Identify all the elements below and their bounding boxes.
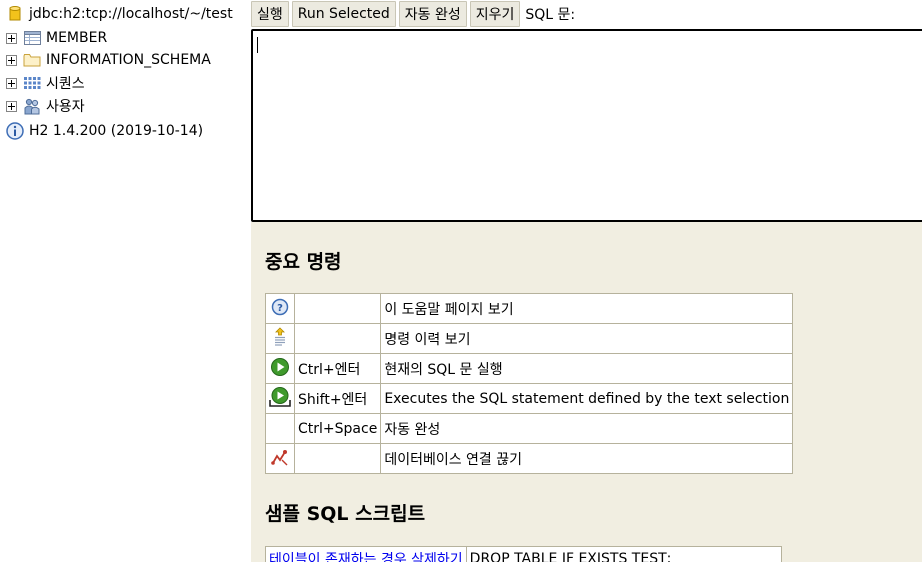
tree-item-label: 시퀀스 bbox=[46, 76, 85, 92]
command-key bbox=[293, 443, 382, 474]
table-row: Ctrl+Space 자동 완성 bbox=[265, 413, 794, 444]
command-desc: 데이터베이스 연결 끊기 bbox=[380, 443, 794, 474]
autocomplete-button[interactable]: 자동 완성 bbox=[398, 1, 467, 27]
table-icon bbox=[23, 29, 41, 47]
sample-scripts-table: 테이블이 존재하는 경우 삭제하기 DROP TABLE IF EXISTS T… bbox=[265, 546, 782, 562]
help-icon[interactable]: ? bbox=[271, 298, 289, 320]
sample-script-link[interactable]: 테이블이 존재하는 경우 삭제하기 bbox=[269, 552, 463, 562]
object-tree: jdbc:h2:tcp://localhost/~/test MEMBER IN… bbox=[0, 0, 250, 562]
version-label: H2 1.4.200 (2019-10-14) bbox=[29, 123, 204, 139]
svg-text:?: ? bbox=[277, 303, 283, 314]
expand-icon[interactable] bbox=[6, 100, 17, 112]
command-key: Shift+엔터 bbox=[293, 383, 382, 414]
command-key bbox=[293, 293, 382, 324]
commands-table: ? 이 도움말 페이지 보기 명령 이력 보기 Ctrl+엔터 현재의 SQL … bbox=[265, 293, 794, 474]
table-row: Ctrl+엔터 현재의 SQL 문 실행 bbox=[265, 353, 794, 384]
table-row: ? 이 도움말 페이지 보기 bbox=[265, 293, 794, 324]
sample-script-sql: DROP TABLE IF EXISTS TEST; bbox=[465, 546, 782, 562]
command-key bbox=[293, 323, 382, 354]
run-selected-icon[interactable] bbox=[268, 386, 292, 412]
run-button[interactable]: 실행 bbox=[251, 1, 289, 27]
sample-scripts-title: 샘플 SQL 스크립트 bbox=[265, 503, 426, 525]
important-commands-title: 중요 명령 bbox=[265, 251, 342, 273]
text-caret bbox=[257, 37, 258, 53]
expand-icon[interactable] bbox=[6, 32, 17, 44]
tree-item-member[interactable]: MEMBER bbox=[6, 28, 107, 48]
info-icon bbox=[6, 122, 24, 140]
tree-item-information-schema[interactable]: INFORMATION_SCHEMA bbox=[6, 50, 211, 70]
command-desc: 명령 이력 보기 bbox=[380, 323, 794, 354]
disconnect-icon[interactable] bbox=[270, 449, 290, 470]
table-row: 데이터베이스 연결 끊기 bbox=[265, 443, 794, 474]
command-desc: 자동 완성 bbox=[380, 413, 794, 444]
help-panel: 중요 명령 ? 이 도움말 페이지 보기 명령 이력 보기 Ctrl+엔터 현재… bbox=[251, 222, 922, 562]
sql-statement-label: SQL 문: bbox=[525, 7, 576, 23]
clear-button[interactable]: 지우기 bbox=[469, 1, 521, 27]
sql-editor[interactable] bbox=[251, 29, 922, 222]
table-row: 테이블이 존재하는 경우 삭제하기 DROP TABLE IF EXISTS T… bbox=[265, 546, 782, 562]
history-icon[interactable] bbox=[271, 326, 289, 351]
run-icon[interactable] bbox=[270, 357, 290, 381]
connection-label: jdbc:h2:tcp://localhost/~/test bbox=[29, 6, 233, 22]
table-row: 명령 이력 보기 bbox=[265, 323, 794, 354]
tree-item-sequences[interactable]: 시퀀스 bbox=[6, 73, 85, 93]
tree-item-users[interactable]: 사용자 bbox=[6, 96, 85, 116]
command-key: Ctrl+엔터 bbox=[293, 353, 382, 384]
tree-item-label: 사용자 bbox=[46, 99, 85, 115]
table-row: Shift+엔터 Executes the SQL statement defi… bbox=[265, 383, 794, 414]
users-icon bbox=[23, 97, 41, 115]
sequence-icon bbox=[23, 74, 41, 92]
tree-connection[interactable]: jdbc:h2:tcp://localhost/~/test bbox=[6, 4, 233, 24]
command-desc: 현재의 SQL 문 실행 bbox=[380, 353, 794, 384]
sql-toolbar: 실행 Run Selected 자동 완성 지우기 SQL 문: bbox=[251, 0, 575, 28]
database-icon bbox=[6, 5, 24, 23]
folder-icon bbox=[23, 51, 41, 69]
command-desc: 이 도움말 페이지 보기 bbox=[380, 293, 794, 324]
tree-item-label: MEMBER bbox=[46, 30, 108, 46]
tree-item-label: INFORMATION_SCHEMA bbox=[46, 52, 211, 68]
command-key: Ctrl+Space bbox=[293, 413, 382, 444]
command-desc: Executes the SQL statement defined by th… bbox=[380, 383, 794, 414]
expand-icon[interactable] bbox=[6, 54, 17, 66]
expand-icon[interactable] bbox=[6, 77, 17, 89]
tree-version: H2 1.4.200 (2019-10-14) bbox=[6, 121, 203, 141]
run-selected-button[interactable]: Run Selected bbox=[291, 1, 396, 27]
